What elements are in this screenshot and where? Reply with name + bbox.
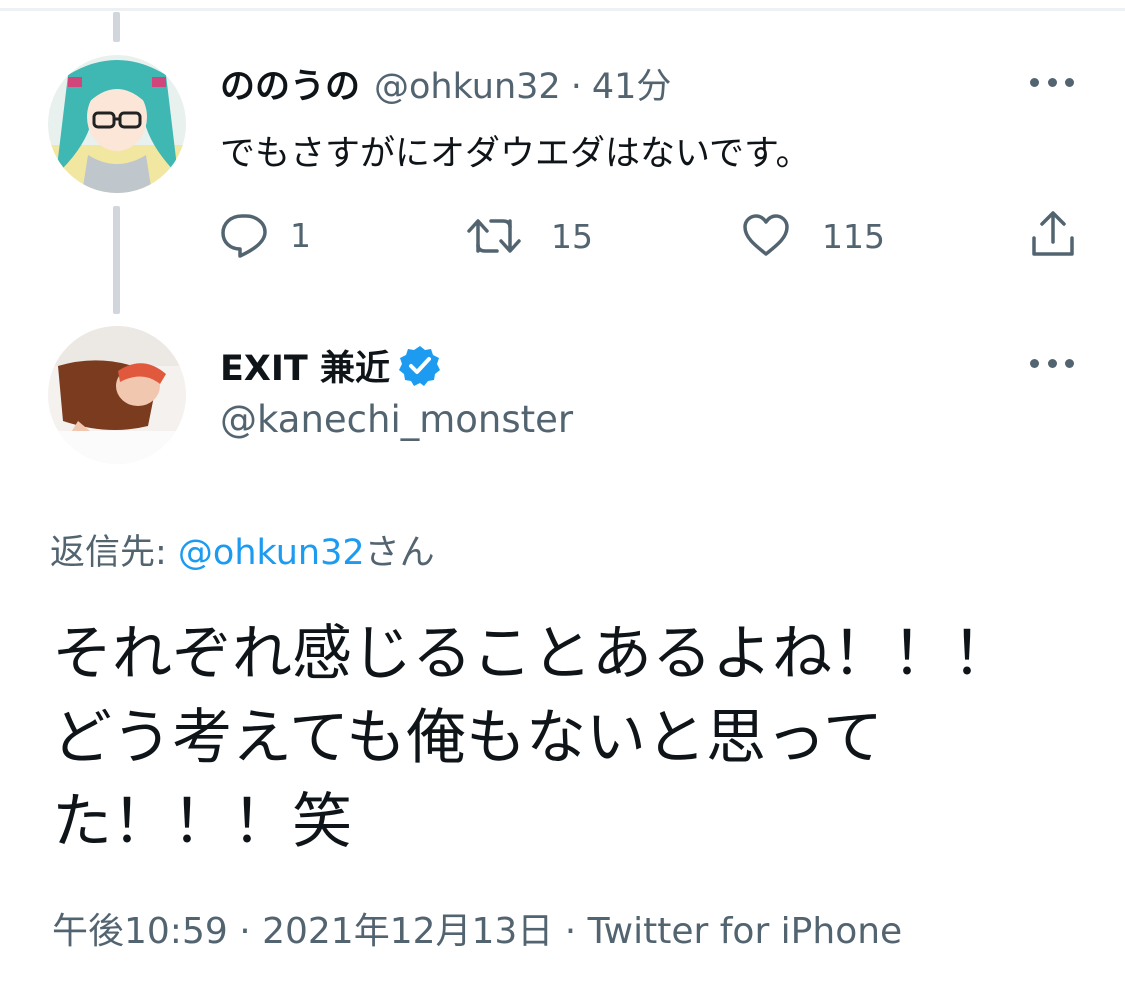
avatar-kanechi[interactable] — [48, 326, 186, 464]
reply-tweet-text: でもさすがにオダウエダはないです。 — [220, 134, 811, 174]
display-name[interactable]: EXIT 兼近 — [220, 340, 390, 391]
like-action[interactable]: 115 — [742, 214, 885, 258]
reply-to-label: 返信先: — [50, 533, 178, 573]
thread-line-top — [113, 12, 120, 42]
share-action[interactable] — [1030, 210, 1076, 258]
main-tweet-header: EXIT 兼近 — [220, 340, 442, 391]
verified-badge-icon — [398, 345, 440, 386]
reply-count: 1 — [290, 215, 311, 255]
heart-icon — [743, 214, 789, 256]
more-options-icon[interactable] — [1030, 357, 1074, 369]
reply-to-line: 返信先: @ohkun32さん — [50, 524, 435, 575]
like-count: 115 — [822, 216, 885, 256]
user-handle[interactable]: @ohkun32 — [374, 67, 561, 107]
reply-action[interactable]: 1 — [220, 212, 311, 258]
separator-dot: · — [570, 67, 582, 107]
more-options-icon[interactable] — [1030, 76, 1074, 88]
top-divider — [0, 8, 1125, 11]
tweet-time[interactable]: 41分 — [592, 58, 672, 109]
thread-line-bottom — [113, 206, 120, 314]
tweet-text-line: どう考えても俺もないと思って — [52, 703, 883, 773]
tweet-timestamp-source[interactable]: 午後10:59 · 2021年12月13日 · Twitter for iPho… — [52, 902, 902, 954]
tweet-text-line: それぞれ感じることあるよね！！！ — [52, 619, 1012, 689]
reply-tweet-header: ののうの @ohkun32 · 41分 — [220, 58, 671, 109]
tweet-text-line: た！！！笑 — [52, 787, 352, 857]
user-handle[interactable]: @kanechi_monster — [220, 398, 573, 441]
display-name[interactable]: ののうの — [220, 58, 360, 109]
reply-icon — [221, 214, 267, 258]
share-icon — [1032, 211, 1074, 256]
retweet-action[interactable]: 15 — [467, 215, 593, 257]
avatar-nonouno[interactable] — [48, 55, 186, 193]
reply-to-handle-link[interactable]: @ohkun32 — [178, 533, 365, 573]
main-tweet-text: それぞれ感じることあるよね！！！ どう考えても俺もないと思って た！！！笑 — [52, 612, 1052, 864]
retweet-count: 15 — [551, 216, 593, 256]
reply-to-suffix: さん — [364, 533, 435, 573]
retweet-icon — [467, 219, 521, 253]
